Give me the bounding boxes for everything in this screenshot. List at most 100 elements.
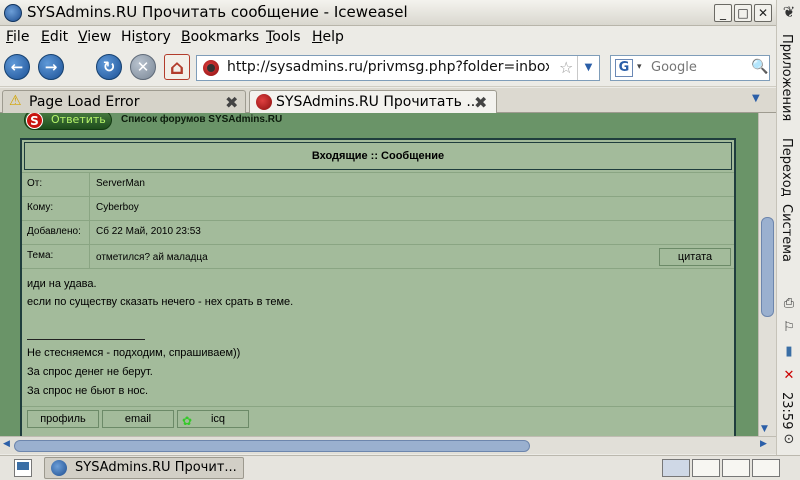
message-header: Входящие :: Сообщение — [24, 142, 732, 170]
taskbar: SYSAdmins.RU Прочит... — [0, 455, 800, 480]
window-title: SYSAdmins.RU Прочитать сообщение - Icewe… — [27, 3, 408, 21]
tab-label: SYSAdmins.RU Прочитать ... — [276, 94, 480, 110]
stop-icon: ✕ — [136, 58, 150, 76]
menu-history[interactable]: History — [121, 29, 171, 45]
message-body: иди на удава. если по существу сказать н… — [22, 268, 734, 406]
url-history-dropdown-button[interactable]: ▼ — [577, 56, 599, 80]
reply-label: Ответить — [51, 113, 106, 126]
message-subject: отметился? ай маладца — [96, 252, 208, 263]
tab-strip: ⚠ Page Load Error ✖ SYSAdmins.RU Прочита… — [0, 88, 776, 113]
warning-icon: ⚠ — [9, 93, 22, 109]
page-content: S Ответить Список форумов SYSAdmins.RU В… — [0, 113, 776, 436]
menu-tools[interactable]: Tools — [266, 29, 301, 45]
menu-system[interactable]: Система — [779, 204, 794, 262]
signature-line: За спрос не бьют в нос. — [27, 385, 149, 397]
horizontal-scrollbar[interactable]: ◀ ▶ — [0, 436, 776, 454]
tab-page-load-error[interactable]: ⚠ Page Load Error ✖ — [2, 90, 246, 113]
row-from: От: ServerMan — [22, 172, 734, 197]
home-button[interactable]: ⌂ — [164, 54, 190, 80]
row-label: Тема: — [22, 245, 90, 269]
row-date: Добавлено: Сб 22 Май, 2010 23:53 — [22, 220, 734, 245]
icq-flower-icon: ✿ — [182, 414, 193, 428]
body-line: иди на удава. — [27, 278, 97, 290]
workspace-1[interactable] — [662, 459, 690, 477]
search-magnifier-icon[interactable]: 🔍 — [751, 59, 768, 75]
iceweasel-app-icon — [51, 460, 67, 476]
site-favicon-icon — [203, 60, 219, 76]
row-label: Кому: — [22, 197, 90, 221]
panel-clock[interactable]: 23:59 — [779, 392, 794, 429]
tab-list-dropdown-icon[interactable]: ▼ — [752, 93, 760, 104]
forward-button[interactable]: → — [38, 54, 64, 80]
sender-name: ServerMan — [96, 178, 145, 189]
show-desktop-icon[interactable] — [14, 459, 32, 477]
window-titlebar[interactable]: SYSAdmins.RU Прочитать сообщение - Icewe… — [0, 0, 776, 26]
home-icon: ⌂ — [169, 55, 185, 79]
vertical-scrollbar[interactable]: ▼ — [758, 113, 776, 436]
message-table: Входящие :: Сообщение От: ServerMan Кому… — [20, 138, 736, 436]
scroll-down-arrow-icon[interactable]: ▼ — [761, 424, 768, 434]
horizontal-scroll-thumb[interactable] — [14, 440, 530, 452]
menu-bar: File Edit View History Bookmarks Tools H… — [0, 26, 776, 49]
tab-sysadmins[interactable]: SYSAdmins.RU Прочитать ... ✖ — [249, 90, 497, 113]
quote-button[interactable]: цитата — [659, 248, 731, 266]
notification-icon[interactable]: ⚐ — [780, 320, 798, 338]
sysadmins-logo-icon: S — [26, 113, 43, 129]
reload-icon: ↻ — [102, 58, 116, 76]
body-line: если по существу сказать нечего - нех ср… — [27, 296, 294, 308]
vertical-scroll-thumb[interactable] — [761, 217, 774, 317]
menu-file[interactable]: File — [6, 29, 29, 45]
search-input[interactable] — [649, 59, 749, 76]
taskbar-window-button[interactable]: SYSAdmins.RU Прочит... — [44, 457, 244, 479]
taskbar-window-label: SYSAdmins.RU Прочит... — [75, 460, 237, 475]
workspace-4[interactable] — [752, 459, 780, 477]
engine-dropdown-icon[interactable]: ▾ — [637, 62, 642, 72]
profile-button[interactable]: профиль — [27, 410, 99, 428]
icq-button[interactable]: ✿ icq — [177, 410, 249, 428]
gnome-foot-icon[interactable]: ❦ — [780, 3, 798, 29]
minimize-button[interactable]: _ — [714, 4, 732, 22]
scroll-left-arrow-icon[interactable]: ◀ — [3, 439, 10, 449]
icq-label: icq — [210, 413, 226, 425]
site-favicon-icon — [256, 94, 272, 110]
url-bar[interactable]: http://sysadmins.ru/privmsg.php?folder=i… — [196, 55, 600, 81]
scroll-right-arrow-icon[interactable]: ▶ — [760, 439, 767, 449]
maximize-button[interactable]: □ — [734, 4, 752, 22]
menu-bookmarks[interactable]: Bookmarks — [181, 29, 259, 45]
menu-applications[interactable]: Приложения — [779, 34, 794, 121]
forward-arrow-icon: → — [44, 58, 58, 76]
iceweasel-app-icon[interactable] — [4, 4, 22, 22]
row-to: Кому: Cyberboy — [22, 196, 734, 221]
tab-close-icon[interactable]: ✖ — [474, 93, 487, 112]
tab-close-icon[interactable]: ✖ — [225, 93, 238, 112]
profile-buttons-bar: профиль email ✿ icq — [22, 406, 734, 432]
menu-places[interactable]: Переход — [779, 138, 794, 197]
url-text[interactable]: http://sysadmins.ru/privmsg.php?folder=i… — [227, 59, 549, 75]
workspace-2[interactable] — [692, 459, 720, 477]
message-date: Сб 22 Май, 2010 23:53 — [96, 226, 201, 237]
forum-list-link[interactable]: Список форумов SYSAdmins.RU — [121, 114, 282, 125]
workspace-3[interactable] — [722, 459, 750, 477]
menu-help[interactable]: Help — [312, 29, 344, 45]
signature-line: За спрос денег не берут. — [27, 366, 153, 378]
bookmark-star-icon[interactable]: ☆ — [559, 58, 573, 77]
back-arrow-icon: ← — [10, 58, 24, 76]
stop-button[interactable]: ✕ — [130, 54, 156, 80]
network-icon[interactable]: ⎙ — [780, 296, 798, 314]
menu-edit[interactable]: Edit — [41, 29, 68, 45]
menu-view[interactable]: View — [78, 29, 111, 45]
trash-icon[interactable]: ⊙ — [780, 432, 798, 450]
signal-strength-icon[interactable]: ▮ — [780, 344, 798, 362]
signature-divider — [27, 339, 145, 340]
volume-muted-icon[interactable]: ✕ — [780, 368, 798, 386]
reload-button[interactable]: ↻ — [96, 54, 122, 80]
back-button[interactable]: ← — [4, 54, 30, 80]
search-bar: G ▾ 🔍 — [610, 55, 770, 81]
close-window-button[interactable]: ✕ — [754, 4, 772, 22]
row-subject: Тема: отметился? ай маладца цитата — [22, 244, 734, 269]
email-button[interactable]: email — [102, 410, 174, 428]
signature-line: Не стесняемся - подходим, спрашиваем)) — [27, 347, 241, 359]
google-engine-icon[interactable]: G — [615, 59, 633, 77]
reply-button[interactable]: S Ответить — [24, 113, 112, 130]
gnome-side-panel: ❦ Приложения Переход Система ⎙ ⚐ ▮ ✕ 23:… — [776, 0, 800, 455]
